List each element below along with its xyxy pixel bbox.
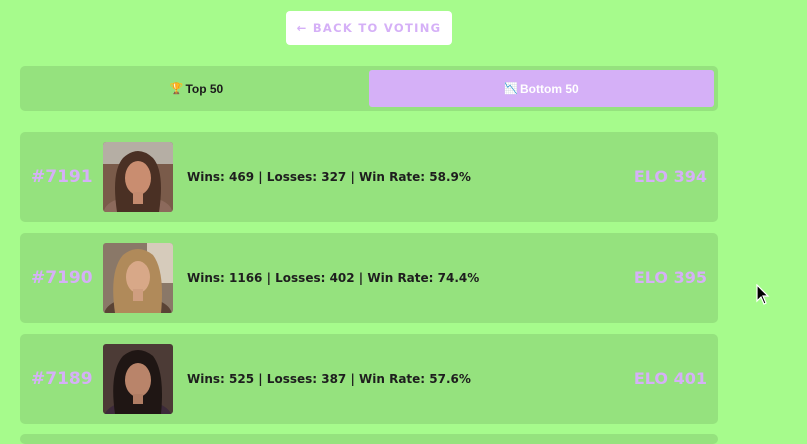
leaderboard-row: #7191 Wins: 469 | Losses: 327 | Win Rate… xyxy=(20,132,718,222)
tab-bottom-50-label: Bottom 50 xyxy=(520,81,579,96)
tab-top-50-label: Top 50 xyxy=(185,81,224,96)
leaderboard-row: #7189 Wins: 525 | Losses: 387 | Win Rate… xyxy=(20,334,718,424)
elo-rating: ELO 401 xyxy=(633,369,707,388)
back-to-voting-button[interactable]: ← BACK TO VOTING xyxy=(286,11,452,45)
trophy-icon: 🏆 xyxy=(169,83,184,95)
leaderboard-tabs: 🏆 Top 50 📉 Bottom 50 xyxy=(20,66,718,111)
mouse-cursor-icon xyxy=(756,283,770,311)
rank-label: #7189 xyxy=(31,369,93,389)
elo-rating: ELO 394 xyxy=(633,167,707,186)
elo-rating: ELO 395 xyxy=(633,268,707,287)
player-stats: Wins: 469 | Losses: 327 | Win Rate: 58.9… xyxy=(187,170,471,184)
chart-down-icon: 📉 xyxy=(504,83,519,95)
player-stats: Wins: 1166 | Losses: 402 | Win Rate: 74.… xyxy=(187,271,480,285)
avatar xyxy=(103,344,173,414)
tab-bottom-50[interactable]: 📉 Bottom 50 xyxy=(369,70,714,107)
avatar xyxy=(103,243,173,313)
leaderboard-row: #7190 Wins: 1166 | Losses: 402 | Win Rat… xyxy=(20,233,718,323)
rank-label: #7190 xyxy=(31,268,93,288)
rank-label: #7191 xyxy=(31,167,93,187)
avatar xyxy=(103,142,173,212)
player-stats: Wins: 525 | Losses: 387 | Win Rate: 57.6… xyxy=(187,372,471,386)
tab-top-50[interactable]: 🏆 Top 50 xyxy=(24,70,369,107)
